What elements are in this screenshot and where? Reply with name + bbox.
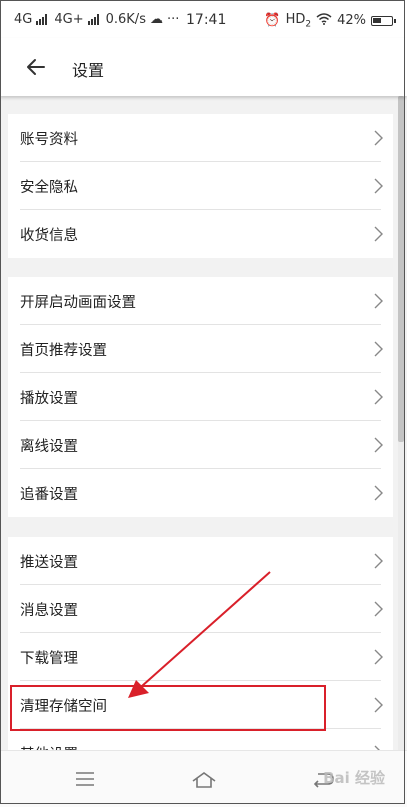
settings-group-notifications: 推送设置 消息设置 下载管理 清理存储空间 其他设置 <box>8 537 393 777</box>
scrollbar-thumb[interactable] <box>398 96 404 442</box>
settings-row-messages[interactable]: 消息设置 <box>8 585 393 633</box>
settings-row-home-recommend[interactable]: 首页推荐设置 <box>8 325 393 373</box>
more-notifications: ··· <box>166 12 180 27</box>
status-bar: 4G 4G+ 0.6K/s ☁ ··· 17:41 ⏰ HD2 42% <box>0 0 407 38</box>
page-title: 设置 <box>72 61 105 80</box>
network-type-2: 4G+ <box>54 12 84 27</box>
settings-group-account: 账号资料 安全隐私 收货信息 <box>8 114 393 258</box>
settings-row-account-profile[interactable]: 账号资料 <box>8 114 393 162</box>
battery-percent: 42% <box>337 13 366 29</box>
chevron-right-icon <box>374 178 383 194</box>
row-label: 下载管理 <box>20 651 78 667</box>
row-label: 推送设置 <box>20 555 78 571</box>
signal-icon-2 <box>87 14 99 25</box>
settings-row-download-manage[interactable]: 下载管理 <box>8 633 393 681</box>
battery-icon <box>371 15 396 26</box>
row-label: 账号资料 <box>20 132 78 148</box>
app-header: 设置 <box>0 38 407 96</box>
settings-row-shipping-info[interactable]: 收货信息 <box>8 210 393 258</box>
row-label: 离线设置 <box>20 439 78 455</box>
chevron-right-icon <box>374 389 383 405</box>
signal-icon <box>36 14 48 25</box>
settings-row-follow-series[interactable]: 追番设置 <box>8 469 393 517</box>
network-speed: 0.6K/s <box>105 12 146 27</box>
wifi-icon <box>316 13 332 29</box>
home-icon[interactable] <box>189 765 219 793</box>
row-label: 首页推荐设置 <box>20 343 107 359</box>
row-label: 安全隐私 <box>20 180 78 196</box>
settings-row-push[interactable]: 推送设置 <box>8 537 393 585</box>
alarm-icon: ⏰ <box>264 13 281 29</box>
back-arrow-icon[interactable] <box>24 54 50 80</box>
chevron-right-icon <box>374 130 383 146</box>
chevron-right-icon <box>374 649 383 665</box>
settings-row-security-privacy[interactable]: 安全隐私 <box>8 162 393 210</box>
chevron-right-icon <box>374 601 383 617</box>
row-label: 追番设置 <box>20 487 78 503</box>
settings-row-splash-screen[interactable]: 开屏启动画面设置 <box>8 277 393 325</box>
chevron-right-icon <box>374 226 383 242</box>
settings-group-playback: 开屏启动画面设置 首页推荐设置 播放设置 离线设置 追番设置 <box>8 277 393 517</box>
menu-icon[interactable] <box>70 765 100 793</box>
settings-row-playback[interactable]: 播放设置 <box>8 373 393 421</box>
clock: 17:41 <box>186 12 227 28</box>
row-label: 收货信息 <box>20 228 78 244</box>
settings-row-offline[interactable]: 离线设置 <box>8 421 393 469</box>
watermark-text: Bai 经验 <box>323 769 385 787</box>
row-label: 播放设置 <box>20 391 78 407</box>
row-label: 开屏启动画面设置 <box>20 295 136 311</box>
chevron-right-icon <box>374 293 383 309</box>
status-left: 4G 4G+ 0.6K/s ☁ ··· <box>14 12 179 27</box>
system-nav-bar: Bai 经验 <box>0 750 407 807</box>
chevron-right-icon <box>374 437 383 453</box>
status-right: ⏰ HD2 42% <box>264 12 396 30</box>
highlight-box <box>10 685 326 731</box>
hd-voice-icon: HD2 <box>285 12 312 30</box>
chevron-right-icon <box>374 553 383 569</box>
cloud-icon: ☁ <box>149 12 163 27</box>
chevron-right-icon <box>374 341 383 357</box>
chevron-right-icon <box>374 485 383 501</box>
row-label: 消息设置 <box>20 603 78 619</box>
chevron-right-icon <box>374 697 383 713</box>
network-type-1: 4G <box>14 12 33 27</box>
